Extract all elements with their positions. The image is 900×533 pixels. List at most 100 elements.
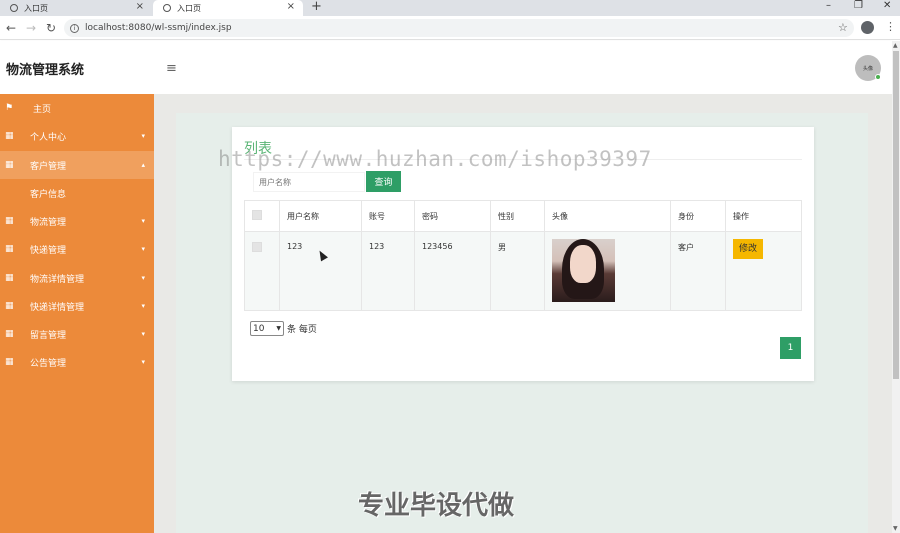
grid-icon: ▦: [5, 131, 14, 141]
data-table: 用户名称 账号 密码 性别 头像 身份 操作 123 123 123456 男: [244, 200, 802, 311]
chevron-up-icon: ▴: [141, 161, 145, 169]
back-icon[interactable]: ←: [6, 21, 16, 35]
sidebar-item-label: 快递管理: [30, 245, 67, 256]
sidebar-item-label: 客户管理: [30, 161, 67, 172]
reload-icon[interactable]: ↻: [46, 21, 56, 35]
browser-tab-active[interactable]: 入口页 ×: [153, 0, 303, 16]
table-header: 身份: [670, 200, 726, 232]
sidebar-item-label: 物流管理: [30, 217, 67, 228]
browser-tab[interactable]: 入口页 ×: [0, 0, 152, 16]
sidebar-item-label: 公告管理: [30, 358, 67, 369]
globe-icon: [10, 4, 18, 12]
avatar[interactable]: 头像: [855, 55, 881, 81]
watermark-url: https://www.huzhan.com/ishop39397: [218, 147, 652, 171]
cell-password: 123456: [414, 231, 491, 311]
scroll-down-icon[interactable]: ▼: [893, 525, 898, 532]
app-brand: 物流管理系统: [6, 63, 85, 78]
table-header: 账号: [361, 200, 415, 232]
chevron-down-icon: ▾: [141, 274, 145, 282]
photo-face: [570, 245, 596, 283]
profile-icon[interactable]: [861, 21, 874, 34]
forward-icon[interactable]: →: [26, 21, 36, 35]
close-icon[interactable]: ×: [287, 1, 295, 12]
minimize-icon[interactable]: –: [826, 0, 831, 11]
table-row: 123 123 123456 男 客户 修改: [244, 231, 802, 311]
grid-icon: ▦: [5, 301, 14, 311]
sidebar-item-express[interactable]: ▦ 快递管理 ▾: [0, 235, 154, 263]
address-bar: ← → ↻ i localhost:8080/wl-ssmj/index.jsp…: [0, 16, 900, 40]
page-size-select[interactable]: 10 ▼: [250, 321, 284, 336]
table-header: 密码: [414, 200, 491, 232]
query-button[interactable]: 查询: [366, 171, 401, 192]
sidebar-item-personal-center[interactable]: ▦ 个人中心 ▾: [0, 122, 154, 150]
cell-gender: 男: [490, 231, 545, 311]
url-field[interactable]: i localhost:8080/wl-ssmj/index.jsp: [64, 19, 854, 37]
scrollbar-thumb[interactable]: [893, 51, 899, 379]
sidebar-item-label: 个人中心: [30, 132, 67, 143]
promo-text: 专业毕设代做: [358, 491, 515, 521]
cell-avatar: [544, 231, 671, 311]
scroll-up-icon[interactable]: ▲: [893, 42, 898, 49]
edit-button[interactable]: 修改: [733, 239, 763, 259]
search-input[interactable]: [253, 172, 365, 192]
flag-icon: ⚑: [5, 103, 14, 113]
sidebar-item-label: 留言管理: [30, 330, 67, 341]
checkbox[interactable]: [252, 210, 262, 220]
tab-title: 入口页: [24, 3, 48, 13]
sidebar-item-messages[interactable]: ▦ 留言管理 ▾: [0, 320, 154, 348]
grid-icon: ▦: [5, 244, 14, 254]
chevron-down-icon: ▼: [276, 325, 281, 332]
grid-icon: ▦: [5, 216, 14, 226]
chevron-down-icon: ▾: [141, 302, 145, 310]
pagination-page-1[interactable]: 1: [780, 337, 801, 359]
sidebar-subitem-customer-info[interactable]: 客户信息: [0, 179, 154, 207]
restore-icon[interactable]: ❐: [854, 0, 863, 11]
chevron-down-icon: ▾: [141, 358, 145, 366]
chevron-down-icon: ▾: [141, 132, 145, 140]
grid-icon: ▦: [5, 329, 14, 339]
sidebar-item-label: 快递详情管理: [30, 302, 85, 313]
sidebar-item-label: 物流详情管理: [30, 274, 85, 285]
page-scrollbar[interactable]: ▲ ▼: [892, 41, 900, 533]
checkbox[interactable]: [252, 242, 262, 252]
app-header: 物流管理系统 ≡ 头像: [0, 41, 892, 94]
chevron-down-icon: ▾: [141, 330, 145, 338]
info-icon[interactable]: i: [70, 23, 79, 33]
new-tab-icon[interactable]: +: [311, 0, 322, 14]
header-select-all[interactable]: [244, 200, 280, 232]
chevron-down-icon: ▾: [141, 245, 145, 253]
table-header: 性别: [490, 200, 545, 232]
cell-actions: 修改: [725, 231, 802, 311]
sidebar-item-logistics-detail[interactable]: ▦ 物流详情管理 ▾: [0, 264, 154, 292]
page-size-value: 10: [253, 323, 265, 334]
tab-title: 入口页: [177, 3, 201, 13]
avatar-photo: [552, 239, 615, 302]
sidebar-item-home[interactable]: ⚑ 主页: [0, 94, 154, 122]
row-select[interactable]: [244, 231, 280, 311]
close-icon[interactable]: ×: [136, 1, 144, 12]
online-status-dot: [875, 74, 881, 80]
sidebar-item-logistics[interactable]: ▦ 物流管理 ▾: [0, 207, 154, 235]
cell-account: 123: [361, 231, 415, 311]
menu-kebab-icon[interactable]: ⋮: [885, 20, 896, 33]
star-icon[interactable]: ☆: [838, 21, 848, 34]
sidebar: ⚑ 主页 ▦ 个人中心 ▾ ▦ 客户管理 ▴ 客户信息 ▦ 物流管理 ▾ ▦ 快…: [0, 94, 154, 533]
sidebar-item-label: 主页: [33, 104, 52, 115]
table-header: 操作: [725, 200, 802, 232]
sidebar-item-announcements[interactable]: ▦ 公告管理 ▾: [0, 348, 154, 376]
table-header: 用户名称: [279, 200, 362, 232]
url-text: localhost:8080/wl-ssmj/index.jsp: [85, 23, 232, 33]
sidebar-item-customer-management[interactable]: ▦ 客户管理 ▴: [0, 151, 154, 179]
sidebar-item-label: 客户信息: [30, 189, 67, 200]
hamburger-icon[interactable]: ≡: [166, 61, 177, 76]
table-header: 头像: [544, 200, 671, 232]
per-page-label: 条 每页: [287, 325, 317, 335]
window-close-icon[interactable]: ✕: [883, 0, 891, 11]
cell-role: 客户: [670, 231, 726, 311]
grid-icon: ▦: [5, 357, 14, 367]
table-header-row: 用户名称 账号 密码 性别 头像 身份 操作: [244, 200, 802, 232]
grid-icon: ▦: [5, 160, 14, 170]
browser-tabbar: 入口页 × 入口页 × + – ❐ ✕: [0, 0, 900, 16]
grid-icon: ▦: [5, 273, 14, 283]
sidebar-item-express-detail[interactable]: ▦ 快递详情管理 ▾: [0, 292, 154, 320]
